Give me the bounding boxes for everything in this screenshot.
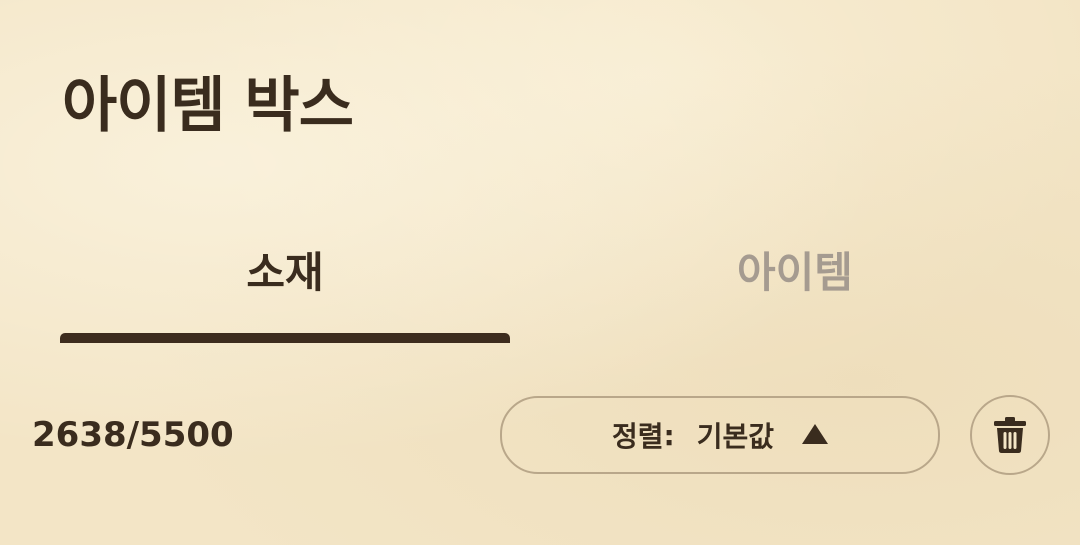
- tab-materials-label: 소재: [246, 248, 324, 297]
- tab-materials[interactable]: 소재: [60, 240, 510, 346]
- trash-icon: [994, 417, 1026, 453]
- sort-value: 기본값: [696, 420, 774, 453]
- sort-separator: :: [663, 418, 675, 452]
- sort-button[interactable]: 정렬: 기본값: [500, 396, 940, 474]
- inventory-count: 2638/5500: [32, 415, 234, 455]
- triangle-up-icon: [802, 424, 828, 444]
- trash-button[interactable]: [970, 395, 1050, 475]
- tab-items[interactable]: 아이템: [570, 240, 1020, 346]
- sort-label: 정렬: [611, 420, 664, 453]
- tab-bar: 소재 아이템: [60, 240, 1020, 346]
- tab-items-label: 아이템: [737, 248, 853, 297]
- active-tab-indicator: [60, 333, 510, 343]
- page-title: 아이템 박스: [62, 71, 354, 141]
